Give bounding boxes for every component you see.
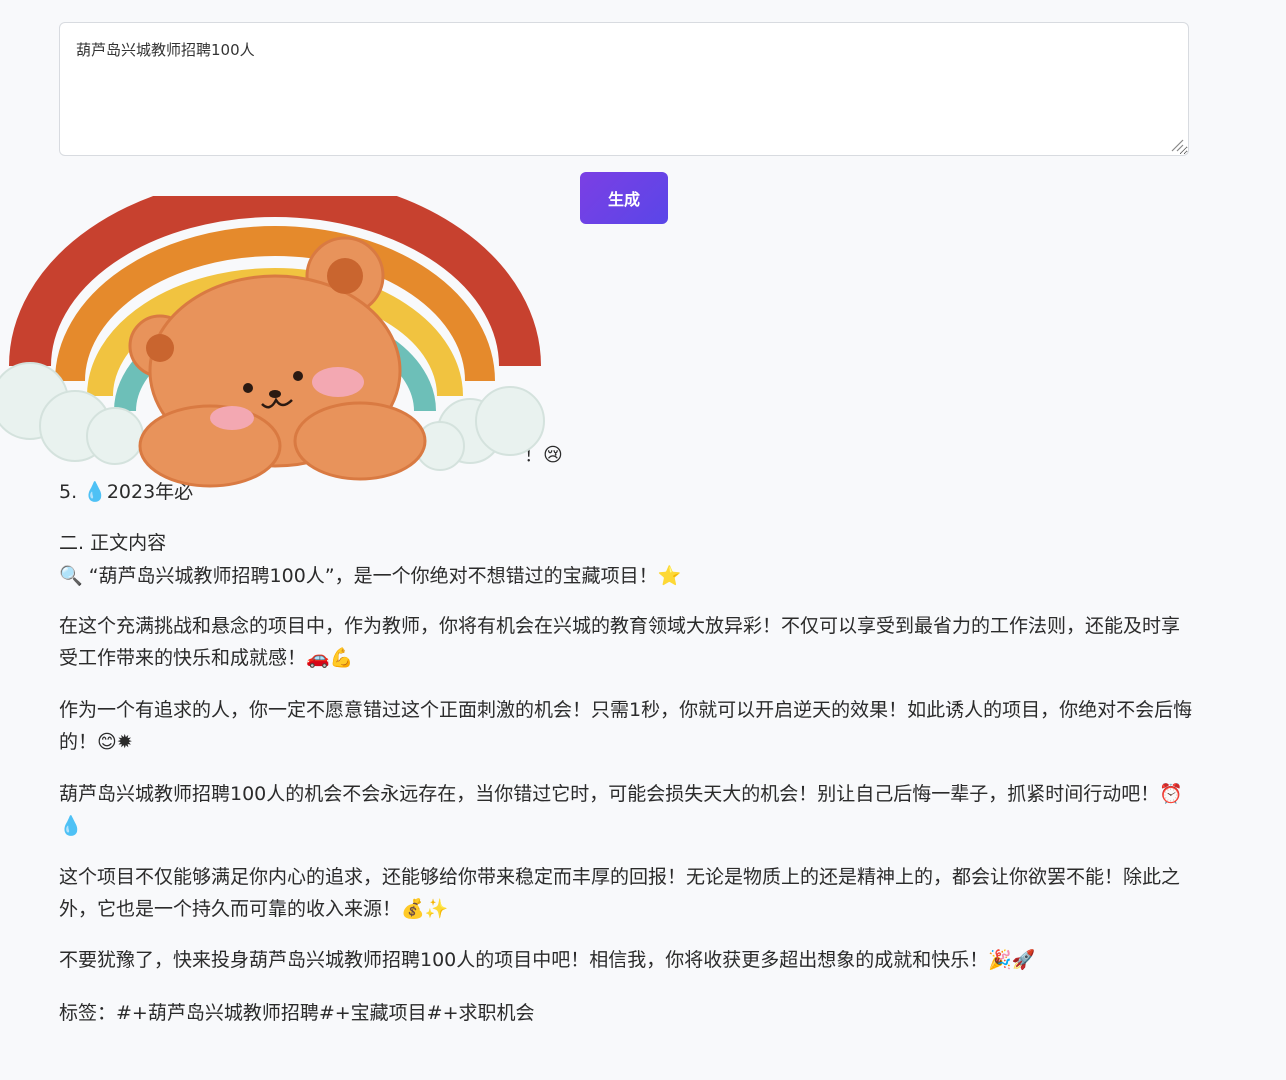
- paragraph-1: 在这个充满挑战和悬念的项目中，作为教师，你将有机会在兴城的教育领域大放异彩！不仅…: [59, 615, 1181, 669]
- tags-line: 标签：#+葫芦岛兴城教师招聘#+宝藏项目#+求职机会: [59, 1002, 535, 1024]
- paragraph-3: 葫芦岛兴城教师招聘100人的机会不会永远存在，当你错过它时，可能会损失天大的机会…: [59, 783, 1183, 837]
- prompt-input[interactable]: [59, 22, 1189, 156]
- rainbow-bear-sticker: [0, 196, 545, 488]
- resize-grip-icon[interactable]: [1168, 136, 1184, 152]
- paragraph-5: 不要犹豫了，快来投身葫芦岛兴城教师招聘100人的项目中吧！相信我，你将收获更多超…: [59, 949, 1036, 971]
- paragraph-4: 这个项目不仅能够满足你内心的追求，还能够给你带来稳定而丰厚的回报！无论是物质上的…: [59, 866, 1181, 920]
- title-line-5: 5. 💧2023年必: [59, 481, 194, 503]
- paragraph-2: 作为一个有追求的人，你一定不愿意错过这个正面刺激的机会！只需1秒，你就可以开启逆…: [59, 699, 1193, 753]
- intro-line: 🔍 “葫芦岛兴城教师招聘100人”，是一个你绝对不想错过的宝藏项目！⭐: [59, 565, 682, 587]
- generate-button[interactable]: 生成: [580, 172, 668, 224]
- section-heading: 二. 正文内容: [59, 532, 167, 554]
- title-line-4-tail: ！😢: [524, 444, 563, 466]
